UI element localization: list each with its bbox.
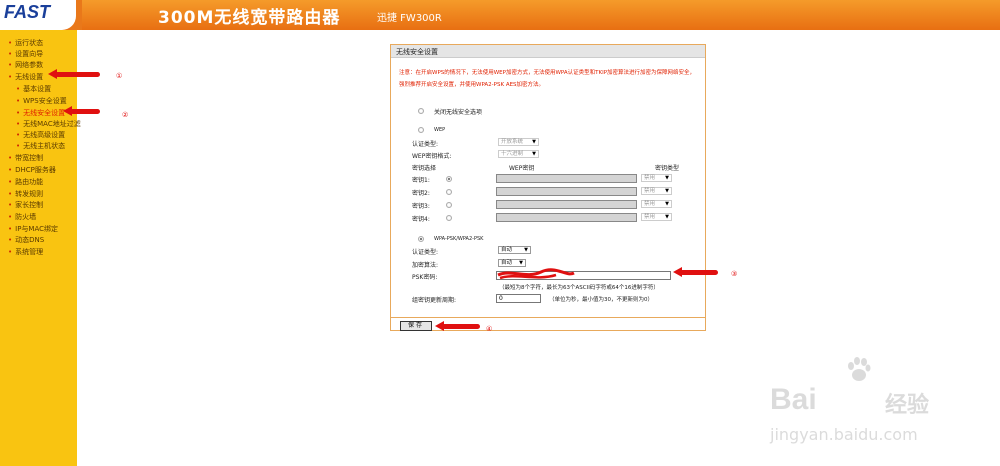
sidebar-item-parental[interactable]: • 家长控制: [8, 200, 43, 210]
annotation-arrow-1: [48, 69, 100, 79]
watermark-url: jingyan.baidu.com: [770, 425, 918, 444]
disable-security-label: 关闭无线安全选项: [434, 109, 483, 116]
key2-type-select[interactable]: 禁用 ▼: [641, 187, 672, 195]
wpa-algo-label: 加密算法:: [412, 262, 439, 269]
model-label: 迅捷 FW300R: [377, 13, 442, 24]
wpa-auth-select[interactable]: 自动 ▼: [498, 246, 531, 254]
key3-label: 密钥3:: [412, 203, 430, 210]
annotation-arrow-4: [435, 321, 480, 331]
disable-security-radio[interactable]: [418, 108, 424, 114]
annotation-mark-4: ④: [486, 325, 493, 333]
wpa-radio[interactable]: [418, 236, 424, 242]
annotation-mark-2: ②: [122, 111, 129, 119]
brand-logo: FAST: [0, 0, 76, 30]
sidebar-item-host-status[interactable]: • 无线主机状态: [16, 141, 65, 151]
panel-title: 无线安全设置: [391, 45, 705, 58]
sidebar-item-wireless[interactable]: • 无线设置: [8, 72, 43, 82]
sidebar-item-system[interactable]: • 系统管理: [8, 247, 43, 257]
rekey-hint: （单位为秒，最小值为30，不更新则为0）: [549, 297, 653, 303]
sidebar-item-network[interactable]: • 网络参数: [8, 60, 43, 70]
key2-radio[interactable]: [446, 189, 452, 195]
page-title: 300M无线宽带路由器: [158, 8, 341, 28]
annotation-arrow-3: [673, 267, 718, 277]
panel-divider: [391, 317, 705, 318]
watermark-brand2: 经验: [885, 393, 930, 418]
wireless-security-panel: 无线安全设置 注意：在开启WPS的情况下，无法使用WEP加密方式，无法使用WPA…: [390, 44, 706, 331]
key4-radio[interactable]: [446, 215, 452, 221]
watermark-brand: Bai: [770, 383, 817, 416]
sidebar-item-wizard[interactable]: • 设置向导: [8, 49, 43, 59]
psk-redaction-scribble: [497, 268, 575, 280]
wpa-algo-select[interactable]: 自动 ▼: [498, 259, 526, 267]
sidebar-item-dhcp[interactable]: • DHCP服务器: [8, 165, 56, 175]
sidebar-item-status[interactable]: • 运行状态: [8, 38, 43, 48]
sidebar-item-advanced[interactable]: • 无线高级设置: [16, 130, 65, 140]
annotation-mark-1: ①: [116, 72, 123, 80]
col-key-type: 密钥类型: [655, 165, 680, 172]
key1-input[interactable]: [496, 174, 637, 183]
annotation-arrow-2: [63, 106, 100, 116]
col-wep-key: WEP密钥: [509, 165, 535, 172]
psk-hint: （最短为8个字符，最长为63个ASCII码字符或64个16进制字符）: [499, 285, 659, 291]
sidebar-item-ip-mac[interactable]: • IP与MAC绑定: [8, 224, 58, 234]
sidebar-item-basic[interactable]: • 基本设置: [16, 84, 51, 94]
rekey-input[interactable]: 0: [496, 294, 541, 303]
sidebar-item-ddns[interactable]: • 动态DNS: [8, 235, 44, 245]
rekey-label: 组密钥更新周期:: [412, 297, 457, 304]
key2-label: 密钥2:: [412, 190, 430, 197]
sidebar-item-routing[interactable]: • 路由功能: [8, 177, 43, 187]
paw-icon: [848, 357, 871, 381]
key1-radio[interactable]: [446, 176, 452, 182]
sidebar: • 运行状态 • 设置向导 • 网络参数 • 无线设置 • 基本设置 • WPS安全设置 •…: [0, 30, 81, 466]
key2-input[interactable]: [496, 187, 637, 196]
key1-label: 密钥1:: [412, 177, 430, 184]
wpa-auth-label: 认证类型:: [412, 249, 439, 256]
key1-type-select[interactable]: 禁用 ▼: [641, 174, 672, 182]
sidebar-item-firewall[interactable]: • 防火墙: [8, 212, 36, 222]
wep-auth-select[interactable]: 开放系统 ▼: [498, 138, 539, 146]
wep-radio[interactable]: [418, 127, 424, 133]
key4-type-select[interactable]: 禁用 ▼: [641, 213, 672, 221]
sidebar-item-bandwidth[interactable]: • 带宽控制: [8, 153, 43, 163]
key4-input[interactable]: [496, 213, 637, 222]
header-bar: FAST 300M无线宽带路由器 迅捷 FW300R: [0, 0, 1000, 30]
psk-label: PSK密码:: [412, 274, 438, 281]
sidebar-item-mac-filter[interactable]: • 无线MAC地址过滤: [16, 119, 81, 129]
sidebar-item-wps[interactable]: • WPS安全设置: [16, 96, 67, 106]
key3-radio[interactable]: [446, 202, 452, 208]
key3-input[interactable]: [496, 200, 637, 209]
wep-auth-label: 认证类型:: [412, 141, 439, 148]
key4-label: 密钥4:: [412, 216, 430, 223]
sidebar-item-wireless-security[interactable]: • 无线安全设置: [16, 108, 65, 118]
wpa-label: WPA-PSK/WPA2-PSK: [434, 236, 484, 242]
col-key-select: 密钥选择: [412, 165, 437, 172]
wep-format-select[interactable]: 十六进制 ▼: [498, 150, 539, 158]
annotation-mark-3: ③: [731, 270, 738, 278]
key3-type-select[interactable]: 禁用 ▼: [641, 200, 672, 208]
save-button[interactable]: 保存: [400, 321, 432, 331]
warning-note: 注意：在开启WPS的情况下，无法使用WEP加密方式，无法使用WPA认证类型和TK…: [399, 70, 696, 88]
wep-format-label: WEP密钥格式:: [412, 153, 452, 160]
wep-label: WEP: [434, 127, 446, 133]
baidu-watermark: Bai 经验 jingyan.baidu.com: [770, 355, 950, 445]
sidebar-item-forwarding[interactable]: • 转发规则: [8, 189, 43, 199]
